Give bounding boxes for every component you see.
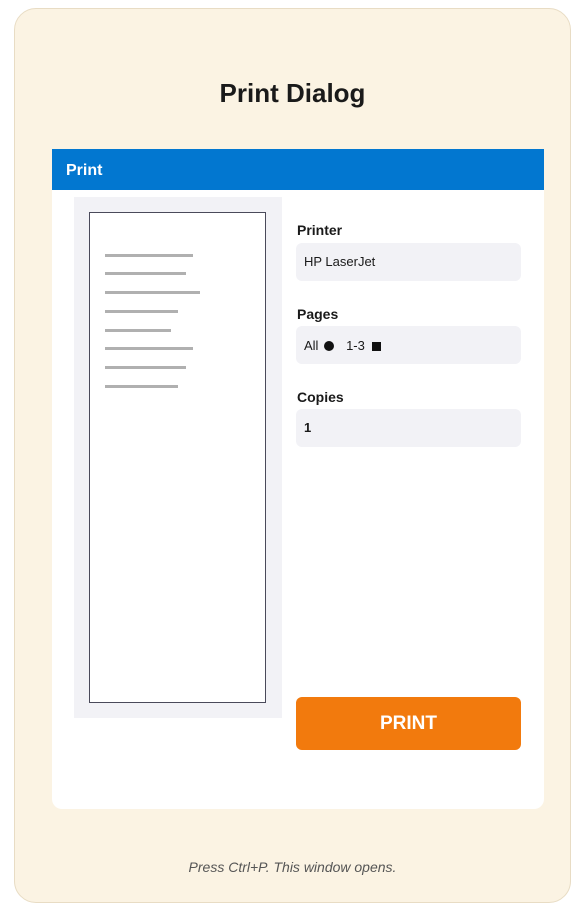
pages-option-range-label: 1-3 xyxy=(346,337,365,353)
filled-square-icon[interactable] xyxy=(371,341,381,351)
print-button[interactable]: PRINT xyxy=(296,697,521,750)
pages-option-all[interactable]: All xyxy=(304,327,342,365)
preview-text-line xyxy=(105,347,193,350)
printer-select[interactable]: HP LaserJet xyxy=(296,243,521,281)
preview-text-line xyxy=(105,329,171,332)
preview-text-line xyxy=(105,254,193,257)
preview-text-line xyxy=(105,272,186,275)
pages-label: Pages xyxy=(297,306,339,322)
page-title: Print Dialog xyxy=(219,78,366,108)
pages-option-all-label: All xyxy=(304,337,319,353)
preview-text-line xyxy=(105,291,200,294)
print-dialog-window: Print Printer HP LaserJet Pages All 1-3 xyxy=(52,149,544,809)
preview-text-line xyxy=(105,366,186,369)
print-preview-pane xyxy=(74,197,282,718)
preview-text-line xyxy=(105,310,178,313)
pages-options: All 1-3 xyxy=(296,326,521,364)
copies-label: Copies xyxy=(297,389,344,405)
preview-page xyxy=(89,212,266,703)
filled-circle-icon[interactable] xyxy=(324,341,335,352)
copies-input[interactable]: 1 xyxy=(296,409,521,447)
dialog-title: Print xyxy=(66,162,103,179)
printer-label: Printer xyxy=(297,222,343,238)
preview-text-line xyxy=(105,385,178,388)
scene-card: Print Dialog Print Printer HP LaserJet P… xyxy=(14,8,571,903)
dialog-title-bar: Print xyxy=(52,149,544,190)
caption: Press Ctrl+P. This window opens. xyxy=(188,859,397,875)
pages-option-range[interactable]: 1-3 xyxy=(346,327,381,365)
